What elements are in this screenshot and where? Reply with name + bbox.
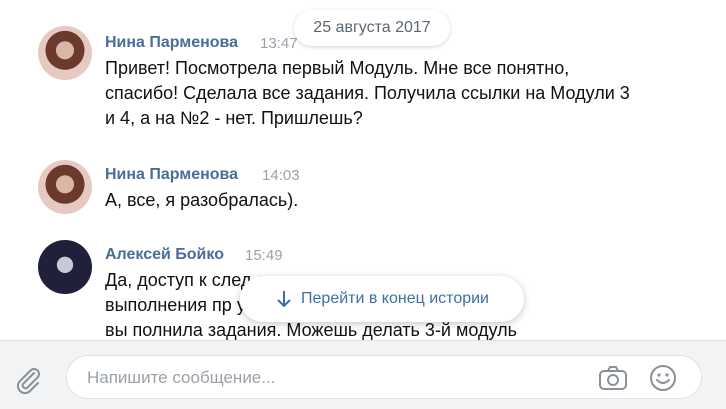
message-history[interactable]: Нина Парменова 13:47 Привет! Посмотрела … bbox=[0, 0, 726, 340]
composer-bar: Напишите сообщение... bbox=[0, 340, 726, 409]
message-input[interactable]: Напишите сообщение... bbox=[66, 355, 702, 399]
message-input-placeholder: Напишите сообщение... bbox=[87, 368, 276, 387]
message-author[interactable]: Нина Парменова bbox=[105, 34, 238, 52]
message-time: 14:03 bbox=[262, 167, 300, 184]
smile-icon[interactable] bbox=[647, 362, 679, 394]
message-text: Привет! Посмотрела первый Модуль. Мне вс… bbox=[105, 58, 630, 128]
paperclip-icon[interactable] bbox=[12, 364, 44, 396]
date-separator: 25 августа 2017 bbox=[294, 10, 450, 46]
message-time: 15:49 bbox=[245, 247, 283, 264]
jump-to-end-button[interactable]: Перейти в конец истории bbox=[240, 276, 524, 322]
avatar[interactable] bbox=[38, 26, 92, 80]
avatar[interactable] bbox=[38, 240, 92, 294]
arrow-down-icon bbox=[275, 289, 293, 309]
camera-icon[interactable] bbox=[597, 364, 629, 392]
avatar[interactable] bbox=[38, 160, 92, 214]
message-author[interactable]: Нина Парменова bbox=[105, 166, 238, 184]
jump-to-end-label: Перейти в конец истории bbox=[301, 290, 489, 307]
message-time: 13:47 bbox=[260, 35, 298, 52]
message-author[interactable]: Алексей Бойко bbox=[105, 246, 224, 264]
message-text: А, все, я разобралась). bbox=[105, 190, 299, 210]
